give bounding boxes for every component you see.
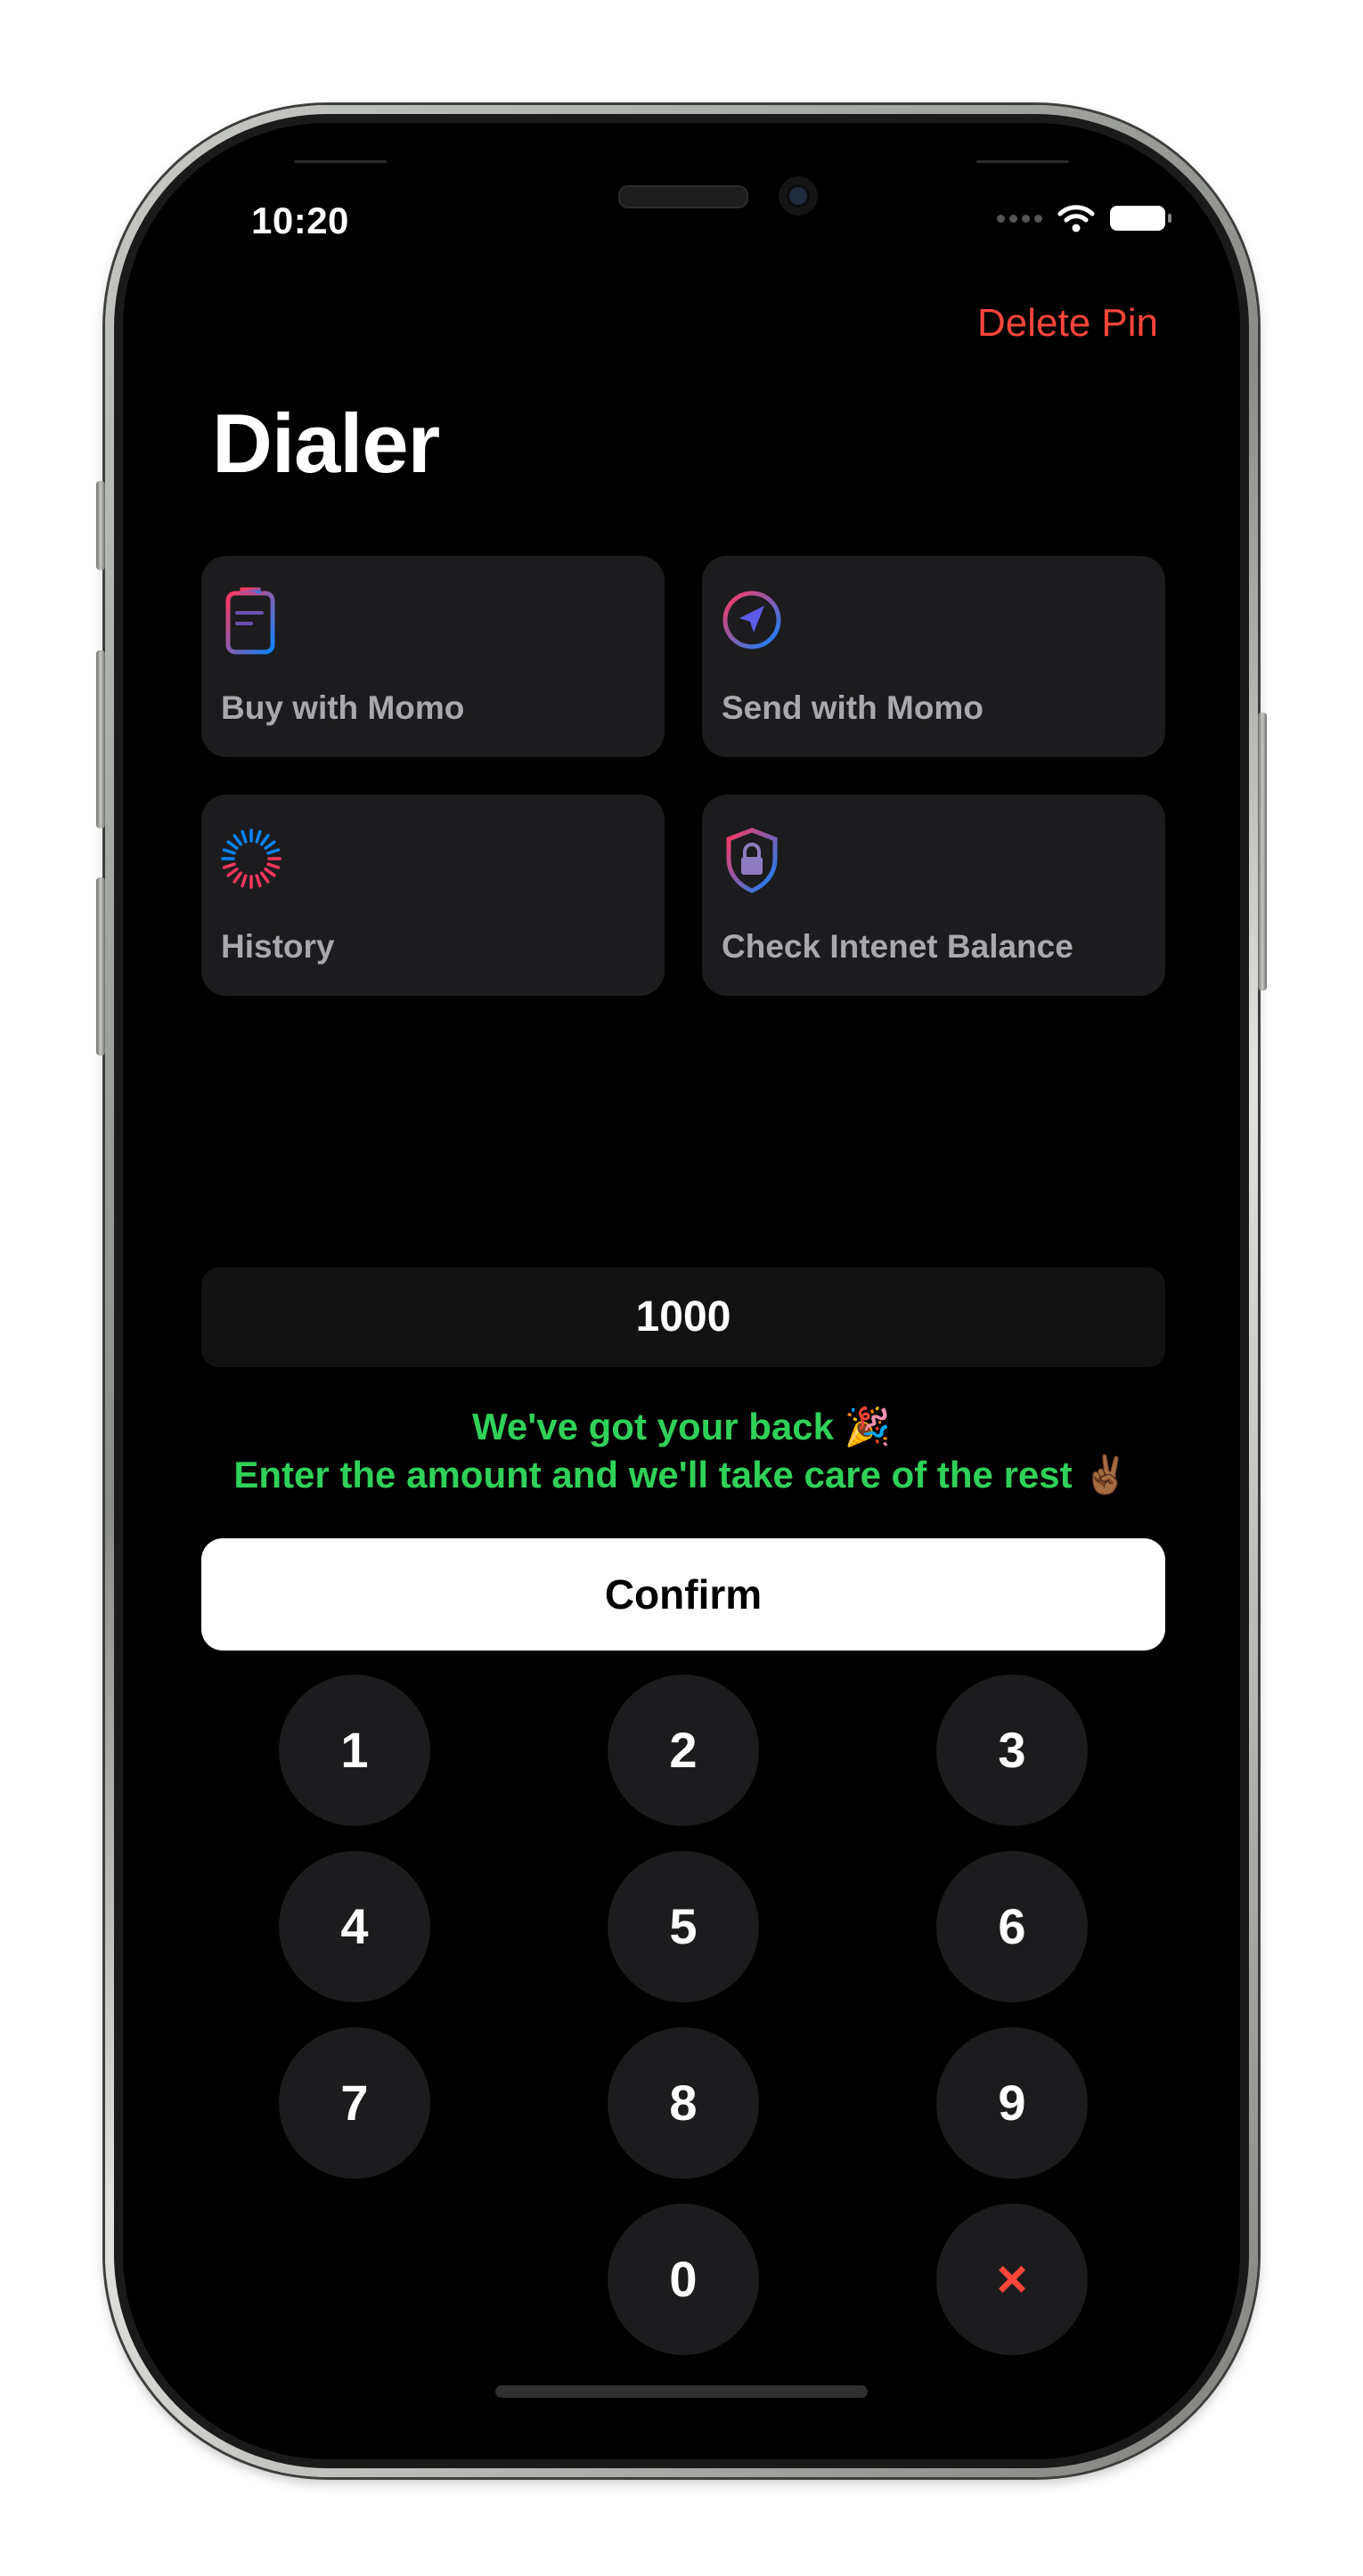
key-9[interactable]: 9: [936, 2027, 1088, 2179]
card-label: Buy with Momo: [221, 689, 465, 726]
key-4[interactable]: 4: [279, 1851, 430, 2002]
key-3[interactable]: 3: [936, 1675, 1088, 1826]
earpiece-speaker: [618, 185, 748, 208]
history-spinner-icon: [221, 828, 282, 889]
key-1[interactable]: 1: [279, 1675, 430, 1826]
key-8[interactable]: 8: [608, 2027, 759, 2179]
history-card[interactable]: History: [201, 795, 665, 996]
page-title: Dialer: [212, 396, 440, 490]
key-2[interactable]: 2: [608, 1675, 759, 1826]
antenna-line-left: [294, 160, 387, 163]
status-time: 10:20: [251, 200, 349, 241]
card-label: History: [221, 928, 335, 965]
amount-input[interactable]: 1000: [201, 1268, 1165, 1367]
cellular-signal-icon: [997, 214, 1042, 223]
front-camera: [779, 176, 818, 216]
delete-pin-button[interactable]: Delete Pin: [977, 301, 1158, 346]
check-internet-balance-card[interactable]: Check Intenet Balance: [702, 795, 1165, 996]
shield-lock-icon: [726, 827, 778, 893]
delete-key[interactable]: ×: [936, 2204, 1088, 2355]
status-icons: [997, 203, 1171, 233]
screen: 10:20 Delete Pin Dialer Buy with Momo Se…: [123, 123, 1240, 2459]
receipt-icon: [225, 587, 275, 655]
confirm-button[interactable]: Confirm: [201, 1538, 1165, 1651]
card-label: Check Intenet Balance: [722, 928, 1073, 965]
key-7[interactable]: 7: [279, 2027, 430, 2179]
key-5[interactable]: 5: [608, 1851, 759, 2002]
card-label: Send with Momo: [722, 689, 983, 726]
power-button: [1258, 713, 1267, 990]
send-icon: [722, 591, 781, 649]
battery-icon: [1110, 206, 1171, 231]
send-with-momo-card[interactable]: Send with Momo: [702, 556, 1165, 757]
antenna-line-right: [976, 160, 1069, 163]
key-0[interactable]: 0: [608, 2204, 759, 2355]
mute-switch: [96, 481, 105, 570]
volume-up-button: [96, 650, 105, 828]
buy-with-momo-card[interactable]: Buy with Momo: [201, 556, 665, 757]
home-indicator[interactable]: [495, 2385, 868, 2398]
message-line-1: We've got your back 🎉: [472, 1406, 891, 1447]
key-6[interactable]: 6: [936, 1851, 1088, 2002]
volume-down-button: [96, 877, 105, 1056]
wifi-icon: [1057, 205, 1095, 232]
message-line-2: Enter the amount and we'll take care of …: [233, 1454, 1130, 1496]
